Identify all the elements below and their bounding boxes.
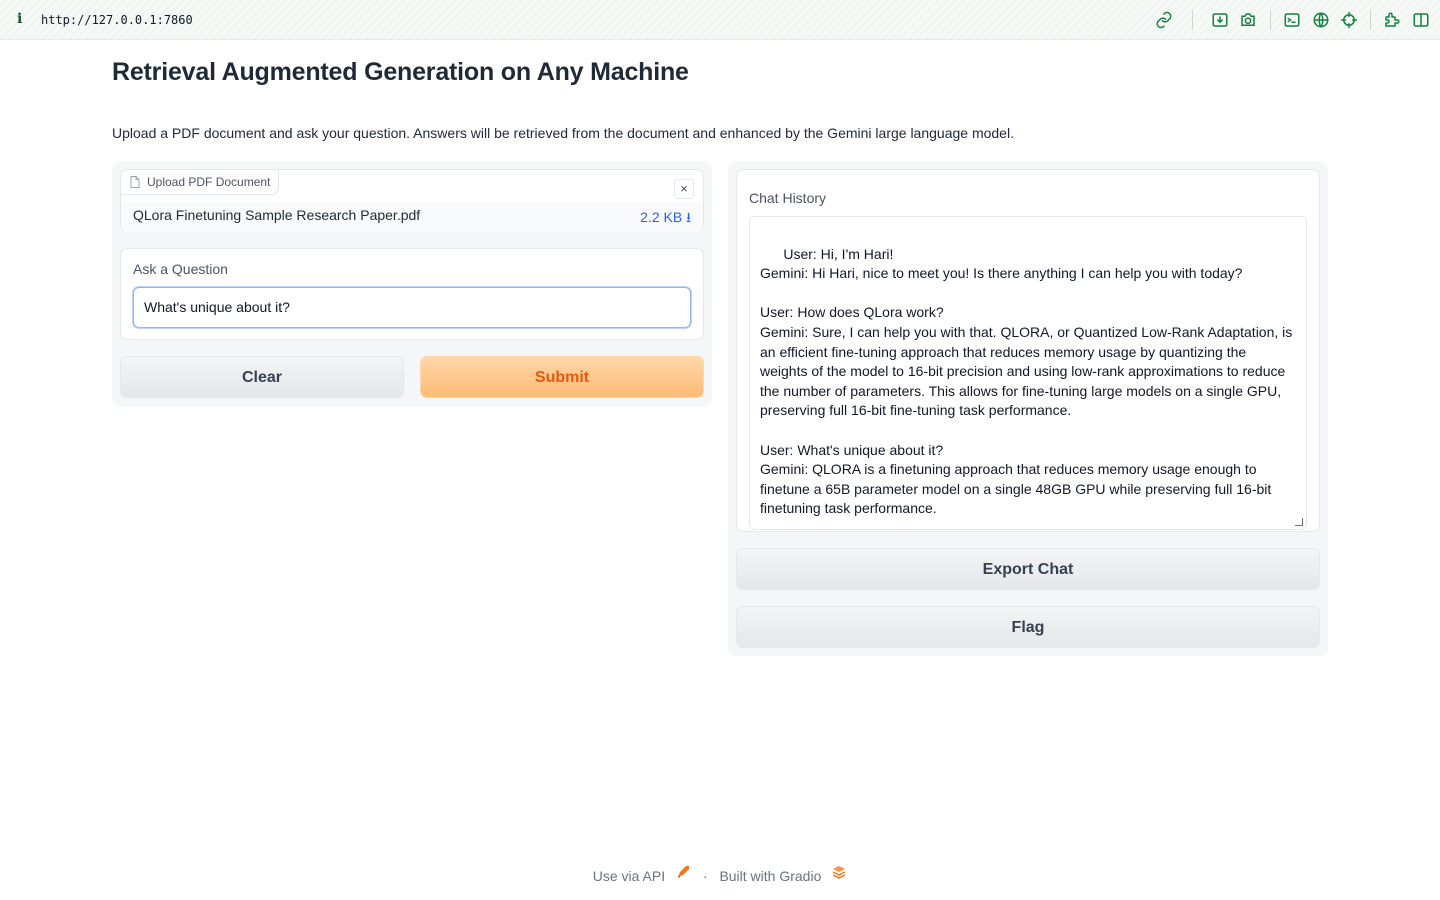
chat-history-text: User: Hi, I'm Hari! Gemini: Hi Hari, nic… — [760, 245, 1293, 517]
rocket-icon — [677, 866, 689, 878]
camera-icon[interactable] — [1239, 11, 1257, 29]
site-info-icon[interactable]: i — [17, 11, 22, 27]
flag-button[interactable]: Flag — [736, 606, 1320, 648]
page-title: Retrieval Augmented Generation on Any Ma… — [112, 58, 689, 86]
file-name: QLora Finetuning Sample Research Paper.p… — [133, 207, 421, 223]
chat-history-textbox[interactable]: User: Hi, I'm Hari! Gemini: Hi Hari, nic… — [749, 216, 1307, 530]
link-icon[interactable] — [1155, 11, 1173, 29]
download-file-link[interactable]: 2.2 KB ⭳ — [640, 207, 691, 231]
built-with-gradio-link[interactable]: Built with Gradio — [719, 868, 821, 884]
toolbar-divider — [1370, 10, 1371, 30]
export-chat-button[interactable]: Export Chat — [736, 548, 1320, 590]
clear-button[interactable]: Clear — [120, 356, 404, 398]
output-panel: Chat History User: Hi, I'm Hari! Gemini:… — [728, 161, 1328, 656]
address-bar[interactable]: http://127.0.0.1:7860 — [41, 13, 193, 27]
browser-toolbar: i http://127.0.0.1:7860 — [0, 0, 1440, 40]
resize-handle[interactable] — [1295, 518, 1303, 526]
use-via-api-link[interactable]: Use via API — [593, 868, 665, 884]
upload-label-text: Upload PDF Document — [147, 175, 271, 189]
input-panel: Upload PDF Document × QLora Finetuning S… — [112, 161, 712, 407]
toolbar-divider — [1270, 10, 1271, 30]
split-view-icon[interactable] — [1412, 11, 1430, 29]
chat-history-block: Chat History User: Hi, I'm Hari! Gemini:… — [736, 169, 1320, 532]
footer: Use via API · Built with Gradio — [0, 864, 1440, 884]
download-icon[interactable] — [1211, 11, 1229, 29]
question-block: Ask a Question — [120, 248, 704, 340]
page-description: Upload a PDF document and ask your quest… — [112, 125, 1014, 141]
gradio-logo-icon — [832, 866, 846, 879]
globe-icon[interactable] — [1312, 11, 1330, 29]
toolbar-divider — [1192, 10, 1193, 30]
file-icon — [130, 176, 140, 188]
chat-history-label: Chat History — [749, 190, 827, 206]
file-upload: Upload PDF Document × QLora Finetuning S… — [120, 169, 704, 232]
question-label: Ask a Question — [133, 261, 228, 277]
submit-button[interactable]: Submit — [420, 356, 704, 398]
footer-separator: · — [702, 868, 708, 885]
close-icon[interactable]: × — [674, 179, 694, 199]
upload-label: Upload PDF Document — [120, 169, 280, 195]
uploaded-file-row: QLora Finetuning Sample Research Paper.p… — [121, 202, 703, 232]
extension-icon[interactable] — [1383, 11, 1401, 29]
question-input[interactable] — [133, 287, 691, 328]
terminal-icon[interactable] — [1283, 11, 1301, 29]
crosshair-icon[interactable] — [1340, 11, 1358, 29]
